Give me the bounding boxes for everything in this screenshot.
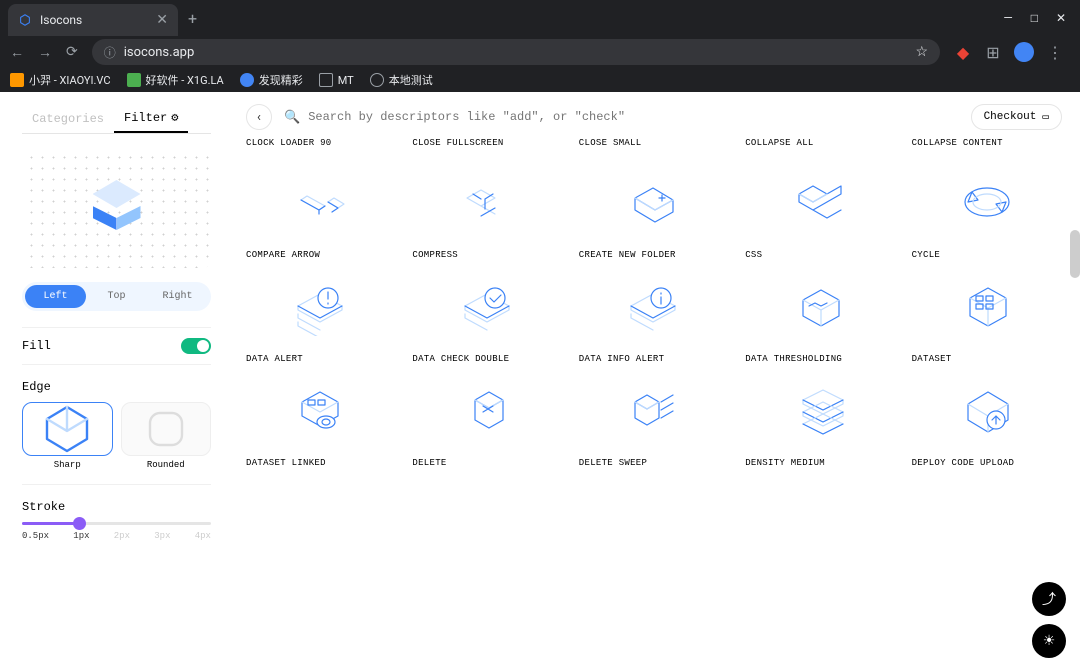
nav-reload-icon[interactable]: ⟳ (66, 44, 78, 60)
edge-rounded[interactable]: Rounded (121, 402, 212, 470)
edge-label: Edge (22, 380, 51, 394)
sliders-icon: ⚙ (171, 110, 178, 125)
bookmark-item[interactable]: MT (319, 73, 354, 87)
window-controls: — □ ✕ (1003, 11, 1080, 25)
bookmark-item[interactable]: 小羿 - XIAOYI.VC (10, 72, 111, 88)
share-button[interactable]: ⤴ (1032, 582, 1066, 616)
topbar: ‹ 🔍 Checkout▭ (246, 104, 1062, 130)
orientation-right[interactable]: Right (147, 285, 208, 308)
tab-close-icon[interactable]: ✕ (156, 12, 168, 28)
search-wrap: 🔍 (284, 110, 959, 125)
page: Categories Filter⚙ Left Top Right Fill E… (0, 92, 1080, 672)
stroke-ticks: 0.5px1px2px3px4px (22, 531, 211, 541)
window-minimize-icon[interactable]: — (1003, 11, 1012, 25)
nav-bar: ← → ⟳ ⓘ isocons.app ☆ ◆ ⊞ ⋮ (0, 36, 1080, 68)
fill-row: Fill (22, 327, 211, 364)
icon-compare-arrow[interactable]: COMPARE ARROW (246, 162, 396, 260)
fab-group: ⤴ ☀ (1032, 582, 1066, 658)
icon-label: COLLAPSE ALL (745, 138, 895, 148)
icon-dataset[interactable]: DATASET (912, 266, 1062, 364)
tab-favicon (18, 13, 32, 27)
icon-data-alert[interactable]: DATA ALERT (246, 266, 396, 364)
profile-avatar[interactable] (1014, 42, 1034, 62)
folder-icon: ▭ (1042, 110, 1049, 124)
icon-delete[interactable]: DELETE (412, 370, 562, 468)
orientation-top[interactable]: Top (86, 285, 147, 308)
bookmark-item[interactable]: 好软件 - X1G.LA (127, 72, 224, 88)
browser-chrome: Isocons ✕ + — □ ✕ ← → ⟳ ⓘ isocons.app ☆ … (0, 0, 1080, 92)
browser-tab[interactable]: Isocons ✕ (8, 4, 178, 36)
stroke-row: Stroke 0.5px1px2px3px4px (22, 484, 211, 551)
sidebar: Categories Filter⚙ Left Top Right Fill E… (6, 104, 228, 672)
stroke-slider[interactable] (22, 522, 211, 525)
icon-compress[interactable]: COMPRESS (412, 162, 562, 260)
nav-forward-icon[interactable]: → (38, 44, 52, 61)
extension-a-icon[interactable]: ◆ (954, 43, 972, 61)
new-tab-button[interactable]: + (188, 9, 197, 28)
icon-preview (22, 148, 211, 268)
bookmark-star-icon[interactable]: ☆ (915, 44, 928, 60)
browser-menu-icon[interactable]: ⋮ (1046, 43, 1064, 61)
main: ‹ 🔍 Checkout▭ CLOCK LOADER 90 CLOSE FULL… (228, 92, 1080, 672)
orientation-group: Left Top Right (22, 282, 211, 311)
edge-sharp[interactable]: Sharp (22, 402, 113, 470)
cube-rounded-icon (131, 399, 201, 459)
window-maximize-icon[interactable]: □ (1031, 11, 1038, 25)
icon-density-medium[interactable]: DENSITY MEDIUM (745, 370, 895, 468)
share-icon: ⤴ (1042, 589, 1056, 609)
preview-cube-icon (93, 180, 141, 236)
sidebar-tabs: Categories Filter⚙ (22, 104, 211, 134)
fill-label: Fill (22, 339, 51, 353)
stroke-label: Stroke (22, 500, 65, 514)
url-text: isocons.app (124, 45, 195, 60)
bookmark-item[interactable]: 本地测试 (370, 72, 433, 88)
back-button[interactable]: ‹ (246, 104, 272, 130)
search-input[interactable] (308, 110, 958, 124)
icon-label: COLLAPSE CONTENT (912, 138, 1062, 148)
search-icon: 🔍 (284, 110, 300, 125)
icon-dataset-linked[interactable]: DATASET LINKED (246, 370, 396, 468)
cube-sharp-icon (32, 399, 102, 459)
icon-deploy-code-upload[interactable]: DEPLOY CODE UPLOAD (912, 370, 1062, 468)
sun-icon: ☀ (1043, 633, 1056, 649)
theme-button[interactable]: ☀ (1032, 624, 1066, 658)
icon-data-check-double[interactable]: DATA CHECK DOUBLE (412, 266, 562, 364)
icon-data-thresholding[interactable]: DATA THRESHOLDING (745, 266, 895, 364)
edge-row: Edge Sharp Rounded (22, 364, 211, 470)
tab-title: Isocons (40, 13, 82, 27)
orientation-left[interactable]: Left (25, 285, 86, 308)
bookmark-item[interactable]: 发现精彩 (240, 72, 303, 88)
icon-label: CLOCK LOADER 90 (246, 138, 396, 148)
nav-back-icon[interactable]: ← (10, 44, 24, 61)
icon-label: CLOSE SMALL (579, 138, 729, 148)
nav-right: ◆ ⊞ ⋮ (954, 42, 1070, 62)
window-close-icon[interactable]: ✕ (1056, 11, 1066, 25)
icon-label: CLOSE FULLSCREEN (412, 138, 562, 148)
tab-bar: Isocons ✕ + — □ ✕ (0, 0, 1080, 36)
tab-filter[interactable]: Filter⚙ (114, 104, 188, 133)
checkout-button[interactable]: Checkout▭ (971, 104, 1062, 130)
icon-data-info-alert[interactable]: DATA INFO ALERT (579, 266, 729, 364)
fill-toggle[interactable] (181, 338, 211, 354)
bookmarks-bar: 小羿 - XIAOYI.VC 好软件 - X1G.LA 发现精彩 MT 本地测试 (0, 68, 1080, 92)
icon-create-new-folder[interactable]: CREATE NEW FOLDER (579, 162, 729, 260)
icon-grid: COMPARE ARROW COMPRESS CREATE NEW FOLDER… (246, 162, 1062, 468)
icon-grid-top: CLOCK LOADER 90 CLOSE FULLSCREEN CLOSE S… (246, 138, 1062, 162)
site-info-icon[interactable]: ⓘ (104, 44, 116, 61)
extensions-icon[interactable]: ⊞ (984, 43, 1002, 61)
icon-cycle[interactable]: CYCLE (912, 162, 1062, 260)
icon-delete-sweep[interactable]: DELETE SWEEP (579, 370, 729, 468)
url-bar[interactable]: ⓘ isocons.app ☆ (92, 39, 940, 65)
tab-categories[interactable]: Categories (22, 104, 114, 133)
icon-css[interactable]: CSS (745, 162, 895, 260)
